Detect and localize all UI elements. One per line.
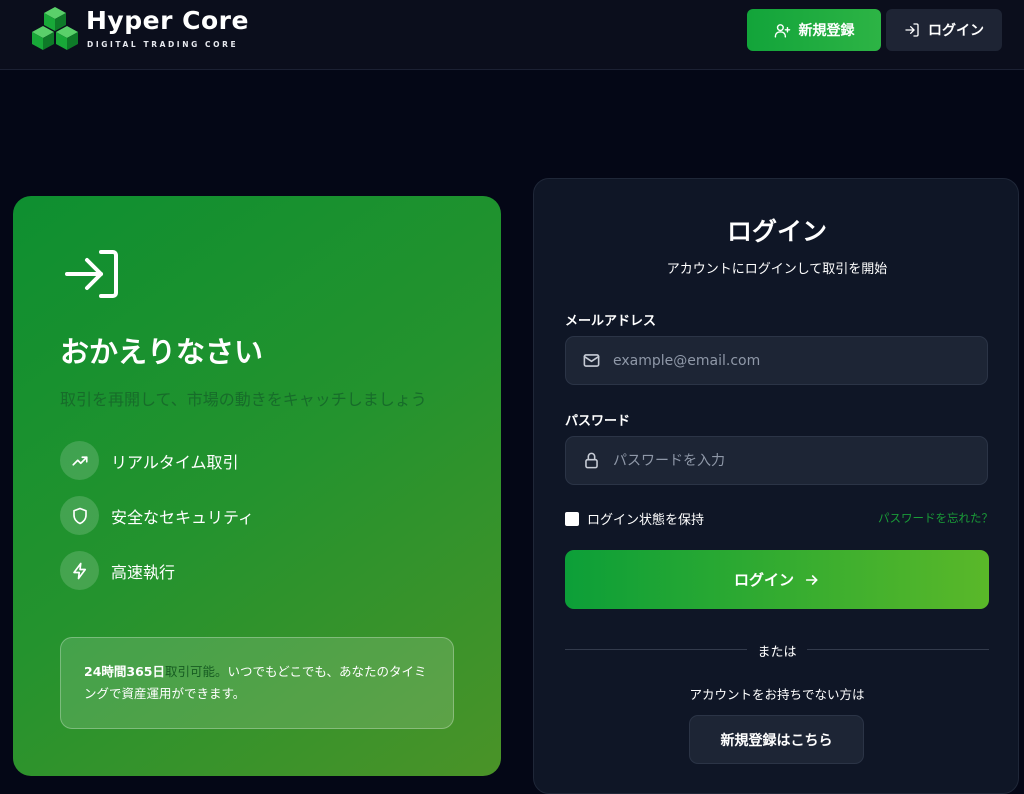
mail-icon [583, 354, 600, 367]
brand-tagline: DIGITAL TRADING CORE [87, 40, 239, 49]
no-account-text: アカウントをお持ちでない方は [689, 687, 865, 702]
arrow-right-icon [805, 574, 818, 585]
signup-button[interactable]: 新規登録はこちら [689, 715, 864, 764]
forgot-password-link[interactable]: パスワードを忘れた？ [878, 510, 993, 526]
remember-me[interactable]: ログイン状態を保持 [565, 509, 704, 528]
password-input[interactable] [613, 452, 973, 469]
register-button-label: 新規登録 [798, 23, 855, 39]
login-submit-label: ログイン [733, 571, 794, 589]
login-arrow-icon [905, 23, 919, 37]
feature-label: リアルタイム取引 [111, 452, 239, 472]
login-title: ログイン [726, 217, 827, 246]
login-subtitle: アカウントにログインして取引を開始 [666, 262, 888, 277]
info-strong: 24時間365日 [84, 664, 165, 679]
trending-up-icon [71, 455, 88, 466]
password-field-box[interactable] [565, 436, 988, 485]
header-login-label: ログイン [928, 23, 984, 39]
remember-checkbox[interactable] [565, 511, 579, 526]
feature-icon-circle [60, 551, 99, 590]
lock-icon [585, 452, 598, 469]
feature-icon-circle [60, 496, 99, 535]
feature-icon-circle [60, 441, 99, 480]
register-button[interactable]: 新規登録 [747, 9, 881, 51]
header-login-button[interactable]: ログイン [886, 9, 1002, 51]
login-panel: ログイン アカウントにログインして取引を開始 メールアドレス パスワード ログイ… [533, 178, 1019, 794]
lightning-icon [72, 562, 86, 579]
info-box: 24時間365日取引可能。いつでもどこでも、あなたのタイミングで資産運用ができま… [60, 637, 454, 729]
login-submit-button[interactable]: ログイン [565, 550, 989, 609]
welcome-subtitle: 取引を再開して、市場の動きをキャッチしましょう [60, 390, 427, 409]
email-label: メールアドレス [565, 314, 657, 329]
feature-label: 高速執行 [111, 562, 176, 582]
email-field-box[interactable] [565, 336, 988, 385]
feature-label: 安全なセキュリティ [111, 507, 255, 527]
shield-icon [72, 507, 87, 524]
info-highlight: 取引可能。 [165, 664, 228, 679]
welcome-title: おかえりなさい [60, 335, 264, 369]
login-arrow-icon [65, 250, 118, 298]
user-plus-icon [774, 23, 790, 38]
cube-logo-icon[interactable] [31, 6, 79, 54]
password-label: パスワード [565, 414, 631, 429]
top-header: Hyper Core DIGITAL TRADING CORE 新規登録 ログイ… [0, 0, 1024, 70]
welcome-panel: おかえりなさい 取引を再開して、市場の動きをキャッチしましょう リアルタイム取引… [13, 196, 501, 776]
feature-item: リアルタイム取引 [60, 441, 239, 480]
divider-label: または [757, 645, 797, 660]
feature-item: 安全なセキュリティ [60, 496, 254, 535]
remember-label: ログイン状態を保持 [587, 513, 705, 528]
feature-item: 高速執行 [60, 551, 175, 590]
email-input[interactable] [613, 352, 973, 369]
brand-name: Hyper Core [86, 6, 249, 35]
